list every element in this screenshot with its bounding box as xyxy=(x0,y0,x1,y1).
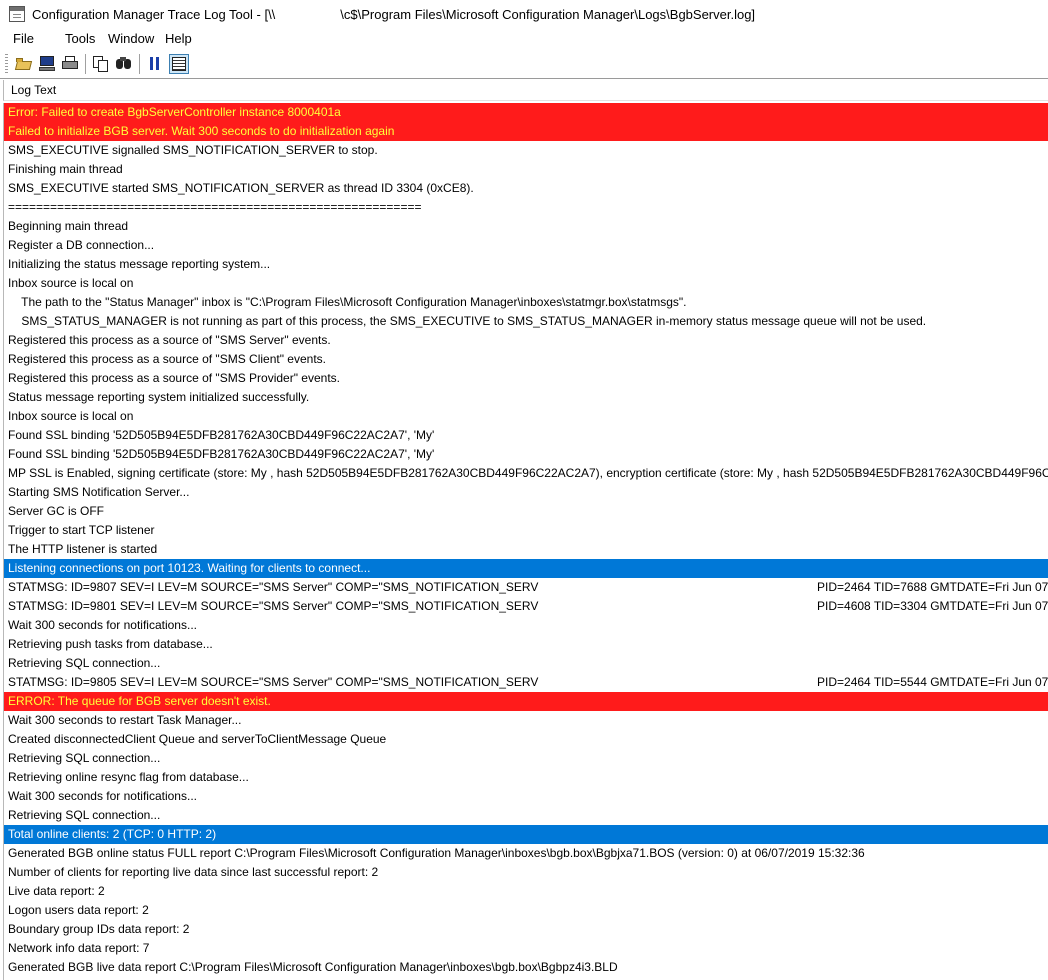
print-icon[interactable] xyxy=(60,54,80,74)
log-row[interactable]: The HTTP listener is started xyxy=(4,540,1048,559)
log-row[interactable]: ========================================… xyxy=(4,198,1048,217)
log-row[interactable]: Retrieving SQL connection... xyxy=(4,806,1048,825)
redacted-region xyxy=(539,578,754,597)
log-row[interactable]: SMS_EXECUTIVE started SMS_NOTIFICATION_S… xyxy=(4,179,1048,198)
log-row[interactable]: Generated BGB live data report C:\Progra… xyxy=(4,958,1048,977)
menu-help[interactable]: Help xyxy=(165,31,192,46)
log-row[interactable]: STATMSG: ID=9807 SEV=I LEV=M SOURCE="SMS… xyxy=(4,578,1048,597)
log-row[interactable]: Retrieving SQL connection... xyxy=(4,654,1048,673)
menu-bar: File Tools Window Help xyxy=(0,28,1048,49)
log-row[interactable]: Total online clients: 2 (TCP: 0 HTTP: 2) xyxy=(4,825,1048,844)
log-row[interactable]: Generated BGB online status FULL report … xyxy=(4,844,1048,863)
log-row[interactable]: MP SSL is Enabled, signing certificate (… xyxy=(4,464,1048,483)
menu-tools[interactable]: Tools xyxy=(65,31,95,46)
log-row[interactable]: STATMSG: ID=9801 SEV=I LEV=M SOURCE="SMS… xyxy=(4,597,1048,616)
toolbar-separator xyxy=(139,54,140,74)
log-row[interactable]: Beginning main thread xyxy=(4,217,1048,236)
log-row[interactable]: SMS_EXECUTIVE signalled SMS_NOTIFICATION… xyxy=(4,141,1048,160)
log-row[interactable]: Network info data report: 7 xyxy=(4,939,1048,958)
log-row[interactable]: Status message reporting system initiali… xyxy=(4,388,1048,407)
log-row[interactable]: ERROR: The queue for BGB server doesn't … xyxy=(4,692,1048,711)
open-icon[interactable] xyxy=(14,54,34,74)
redacted-region xyxy=(539,673,754,692)
log-row[interactable]: Server GC is OFF xyxy=(4,502,1048,521)
log-row[interactable]: Registered this process as a source of "… xyxy=(4,331,1048,350)
log-row[interactable]: Inbox source is local on xyxy=(4,407,1048,426)
log-row[interactable]: Inbox source is local on xyxy=(4,274,1048,293)
log-row[interactable]: Logon users data report: 2 xyxy=(4,901,1048,920)
redacted-region xyxy=(539,597,754,616)
log-row[interactable]: Wait 300 seconds for notifications... xyxy=(4,787,1048,806)
column-header-label: Log Text xyxy=(11,83,57,97)
log-row[interactable]: The path to the "Status Manager" inbox i… xyxy=(4,293,1048,312)
log-row[interactable]: Error: Failed to create BgbServerControl… xyxy=(4,103,1048,122)
column-header-log-text[interactable]: Log Text xyxy=(3,80,1048,101)
log-row[interactable]: STATMSG: ID=9805 SEV=I LEV=M SOURCE="SMS… xyxy=(4,673,1048,692)
window-title: Configuration Manager Trace Log Tool - [… xyxy=(32,7,756,22)
log-row[interactable]: Found SSL binding '52D505B94E5DFB281762A… xyxy=(4,445,1048,464)
log-panel-icon[interactable] xyxy=(169,54,189,74)
log-row[interactable]: Registered this process as a source of "… xyxy=(4,369,1048,388)
monitor-icon[interactable] xyxy=(37,54,57,74)
pause-icon[interactable] xyxy=(145,54,165,74)
log-row[interactable]: Initializing the status message reportin… xyxy=(4,255,1048,274)
app-icon xyxy=(9,6,25,22)
log-list[interactable]: Error: Failed to create BgbServerControl… xyxy=(3,103,1048,980)
log-row[interactable]: Retrieving SQL connection... xyxy=(4,749,1048,768)
log-row[interactable]: Number of clients for reporting live dat… xyxy=(4,863,1048,882)
title-bar: Configuration Manager Trace Log Tool - [… xyxy=(0,0,1048,28)
log-row[interactable]: Found SSL binding '52D505B94E5DFB281762A… xyxy=(4,426,1048,445)
log-row[interactable]: Trigger to start TCP listener xyxy=(4,521,1048,540)
log-row[interactable]: Register a DB connection... xyxy=(4,236,1048,255)
log-row[interactable]: Wait 300 seconds for notifications... xyxy=(4,616,1048,635)
log-row[interactable]: Retrieving push tasks from database... xyxy=(4,635,1048,654)
log-row[interactable]: Boundary group IDs data report: 2 xyxy=(4,920,1048,939)
log-row[interactable]: Failed to initialize BGB server. Wait 30… xyxy=(4,122,1048,141)
toolbar-grip[interactable] xyxy=(5,54,8,74)
log-row[interactable]: Listening connections on port 10123. Wai… xyxy=(4,559,1048,578)
log-row[interactable]: Created disconnectedClient Queue and ser… xyxy=(4,730,1048,749)
copy-icon[interactable] xyxy=(91,54,111,74)
find-icon[interactable] xyxy=(114,54,134,74)
log-row[interactable]: Starting SMS Notification Server... xyxy=(4,483,1048,502)
toolbar-separator xyxy=(85,54,86,74)
toolbar xyxy=(0,50,1048,79)
log-row[interactable]: Wait 300 seconds to restart Task Manager… xyxy=(4,711,1048,730)
log-row[interactable]: Finishing main thread xyxy=(4,160,1048,179)
log-row[interactable]: Live data report: 2 xyxy=(4,882,1048,901)
log-row[interactable]: Retrieving online resync flag from datab… xyxy=(4,768,1048,787)
log-row[interactable]: SMS_STATUS_MANAGER is not running as par… xyxy=(4,312,1048,331)
menu-file[interactable]: File xyxy=(13,31,34,46)
log-row[interactable]: Registered this process as a source of "… xyxy=(4,350,1048,369)
menu-window[interactable]: Window xyxy=(108,31,154,46)
